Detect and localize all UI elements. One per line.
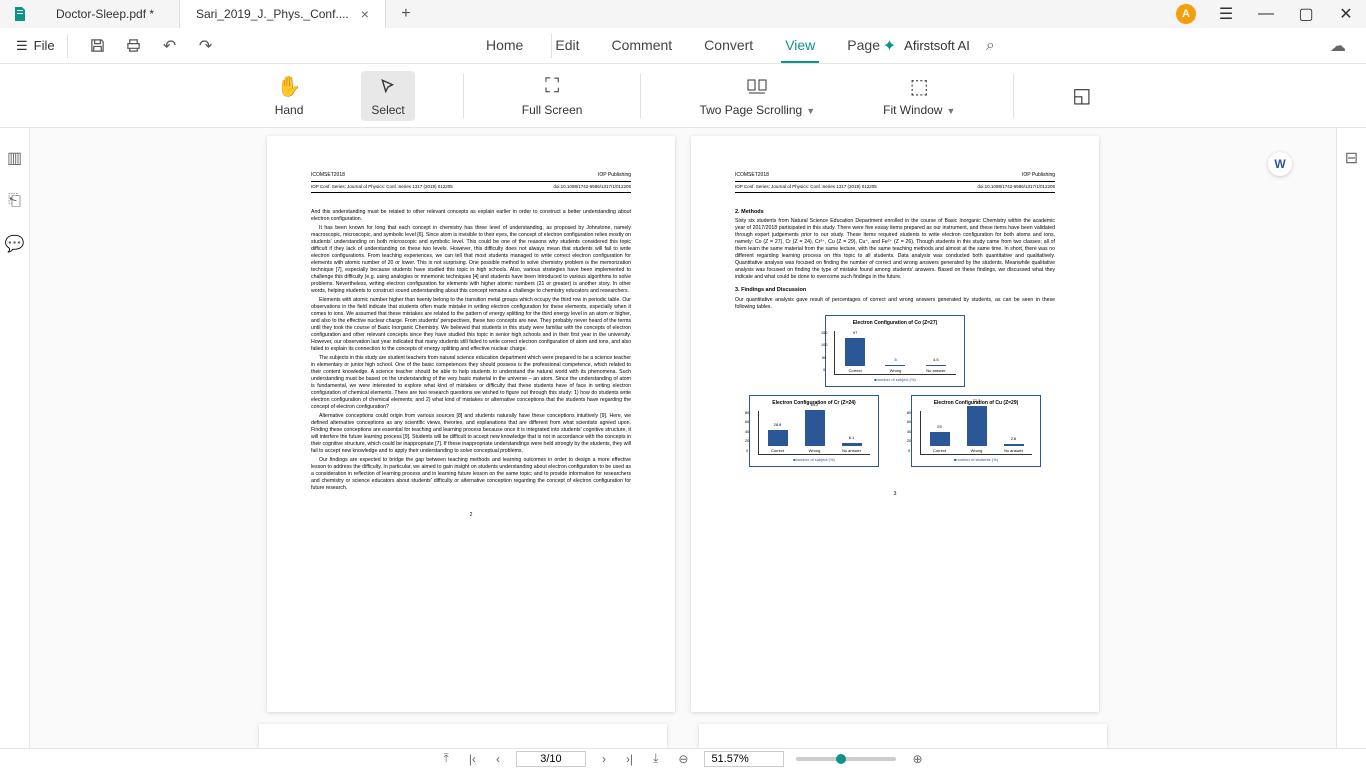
hamburger-icon: ☰ xyxy=(16,38,28,54)
pdf-page-4-peek xyxy=(259,724,667,748)
chart-cr: Electron Configuration of Cr (Z=24) 8060… xyxy=(749,395,879,467)
zoom-input[interactable] xyxy=(704,751,784,767)
zoom-out-icon[interactable]: ⊖ xyxy=(674,752,692,766)
search-icon[interactable]: ⌕ xyxy=(986,37,995,55)
next-page-icon[interactable]: › xyxy=(598,752,610,766)
comments-icon[interactable]: 💬 xyxy=(5,234,25,254)
tool-label: Full Screen xyxy=(522,103,583,117)
divider xyxy=(463,74,464,118)
crop-icon: ◱ xyxy=(1072,84,1091,108)
titlebar: Doctor-Sleep.pdf * Sari_2019_J._Phys._Co… xyxy=(0,0,1366,28)
last-page-icon[interactable]: ›| xyxy=(622,752,637,766)
pdf-page-2: ICOMSET2018IOP Publishing IOP Conf. Seri… xyxy=(267,136,675,712)
hand-icon: ✋ xyxy=(277,75,302,99)
divider xyxy=(1013,74,1014,118)
two-page-icon xyxy=(747,75,767,99)
pdf-page-5-peek xyxy=(699,724,1107,748)
statusbar: ⤒ |‹ ‹ › ›| ⤓ ⊖ ⊕ xyxy=(0,748,1366,768)
tab-home[interactable]: Home xyxy=(482,29,527,63)
tab-title: Sari_2019_J._Phys._Conf.... xyxy=(196,7,349,21)
prev-page-icon[interactable]: ‹ xyxy=(492,752,504,766)
pdf-page-3: ICOMSET2018IOP Publishing IOP Conf. Seri… xyxy=(691,136,1099,712)
slider-thumb[interactable] xyxy=(836,754,846,764)
chevron-down-icon: ▼ xyxy=(946,106,955,116)
workspace: ▥ ⎗ 💬 ICOMSET2018IOP Publishing IOP Conf… xyxy=(0,128,1366,748)
view-toolbar: ✋ Hand Select ⛶ Full Screen Two Page Scr… xyxy=(0,64,1366,128)
document-canvas[interactable]: ICOMSET2018IOP Publishing IOP Conf. Seri… xyxy=(30,128,1336,748)
user-avatar[interactable]: A xyxy=(1166,0,1206,28)
page-input[interactable] xyxy=(516,751,586,767)
quick-access: ↶ ↷ xyxy=(80,32,224,60)
fullscreen-tool[interactable]: ⛶ Full Screen xyxy=(512,71,593,121)
fit-window-tool[interactable]: ⬚ Fit Window▼ xyxy=(873,71,965,121)
zoom-slider[interactable] xyxy=(796,757,896,761)
undo-icon[interactable]: ↶ xyxy=(152,32,188,60)
first-page-icon[interactable]: |‹ xyxy=(465,752,480,766)
left-sidebar: ▥ ⎗ 💬 xyxy=(0,128,30,748)
avatar-letter: A xyxy=(1176,4,1196,24)
thumbnails-icon[interactable]: ▥ xyxy=(7,148,22,168)
tool-label: Hand xyxy=(275,103,304,117)
new-tab-button[interactable]: + xyxy=(386,0,426,28)
tab-view[interactable]: View xyxy=(781,29,819,63)
document-tabs: Doctor-Sleep.pdf * Sari_2019_J._Phys._Co… xyxy=(40,0,1166,28)
fullscreen-icon: ⛶ xyxy=(545,75,559,99)
tab-sari-2019[interactable]: Sari_2019_J._Phys._Conf.... × xyxy=(180,0,386,28)
menu-icon[interactable]: ☰ xyxy=(1206,0,1246,28)
export-word-button[interactable]: W xyxy=(1268,152,1292,176)
close-button[interactable]: ✕ xyxy=(1326,0,1366,28)
menubar: ☰ File ↶ ↷ Home Edit Comment Convert View… xyxy=(0,28,1366,64)
scroll-top-icon[interactable]: ⤒ xyxy=(440,751,453,766)
ai-label: Afirstsoft AI xyxy=(904,38,970,53)
tab-comment[interactable]: Comment xyxy=(607,29,676,63)
scroll-bottom-icon[interactable]: ⤓ xyxy=(649,751,662,766)
app-logo xyxy=(0,0,40,28)
print-icon[interactable] xyxy=(116,32,152,60)
save-icon[interactable] xyxy=(80,32,116,60)
file-menu[interactable]: ☰ File xyxy=(8,38,63,54)
tab-title: Doctor-Sleep.pdf * xyxy=(56,7,154,21)
file-label: File xyxy=(34,38,55,53)
cloud-icon[interactable]: ☁ xyxy=(1330,36,1346,56)
chart-co: Electron Configuration of Co (Z=27) 1501… xyxy=(825,315,965,387)
minimize-button[interactable]: — xyxy=(1246,0,1286,28)
ai-section[interactable]: ✦ Afirstsoft AI ⌕ xyxy=(883,36,1003,56)
tab-close-icon[interactable]: × xyxy=(361,6,369,22)
zoom-in-icon[interactable]: ⊕ xyxy=(908,752,926,766)
crop-tool[interactable]: ◱ xyxy=(1062,80,1101,112)
two-page-tool[interactable]: Two Page Scrolling▼ xyxy=(689,71,825,121)
chevron-down-icon: ▼ xyxy=(806,106,815,116)
select-tool[interactable]: Select xyxy=(361,71,414,121)
hand-tool[interactable]: ✋ Hand xyxy=(265,71,314,121)
tab-doctor-sleep[interactable]: Doctor-Sleep.pdf * xyxy=(40,0,180,28)
fit-window-icon: ⬚ xyxy=(910,75,929,99)
properties-icon[interactable]: ⊟ xyxy=(1345,148,1358,168)
tab-convert[interactable]: Convert xyxy=(700,29,757,63)
right-sidebar: ⊟ xyxy=(1336,128,1366,748)
bookmarks-icon[interactable]: ⎗ xyxy=(8,192,21,210)
tool-label: Two Page Scrolling▼ xyxy=(699,103,815,117)
tool-label: Select xyxy=(371,103,404,117)
divider xyxy=(640,74,641,118)
maximize-button[interactable]: ▢ xyxy=(1286,0,1326,28)
divider xyxy=(67,34,68,58)
sparkle-icon: ✦ xyxy=(883,36,896,56)
tool-label: Fit Window▼ xyxy=(883,103,955,117)
tab-page[interactable]: Page xyxy=(843,29,884,63)
tab-edit[interactable]: Edit xyxy=(551,29,583,63)
ribbon-tabs: Home Edit Comment Convert View Page xyxy=(482,29,884,63)
cursor-icon xyxy=(379,75,397,99)
redo-icon[interactable]: ↷ xyxy=(188,32,224,60)
chart-cu: Electron Configuration of Cu (Z=29) 8060… xyxy=(911,395,1041,467)
window-controls: A ☰ — ▢ ✕ xyxy=(1166,0,1366,28)
